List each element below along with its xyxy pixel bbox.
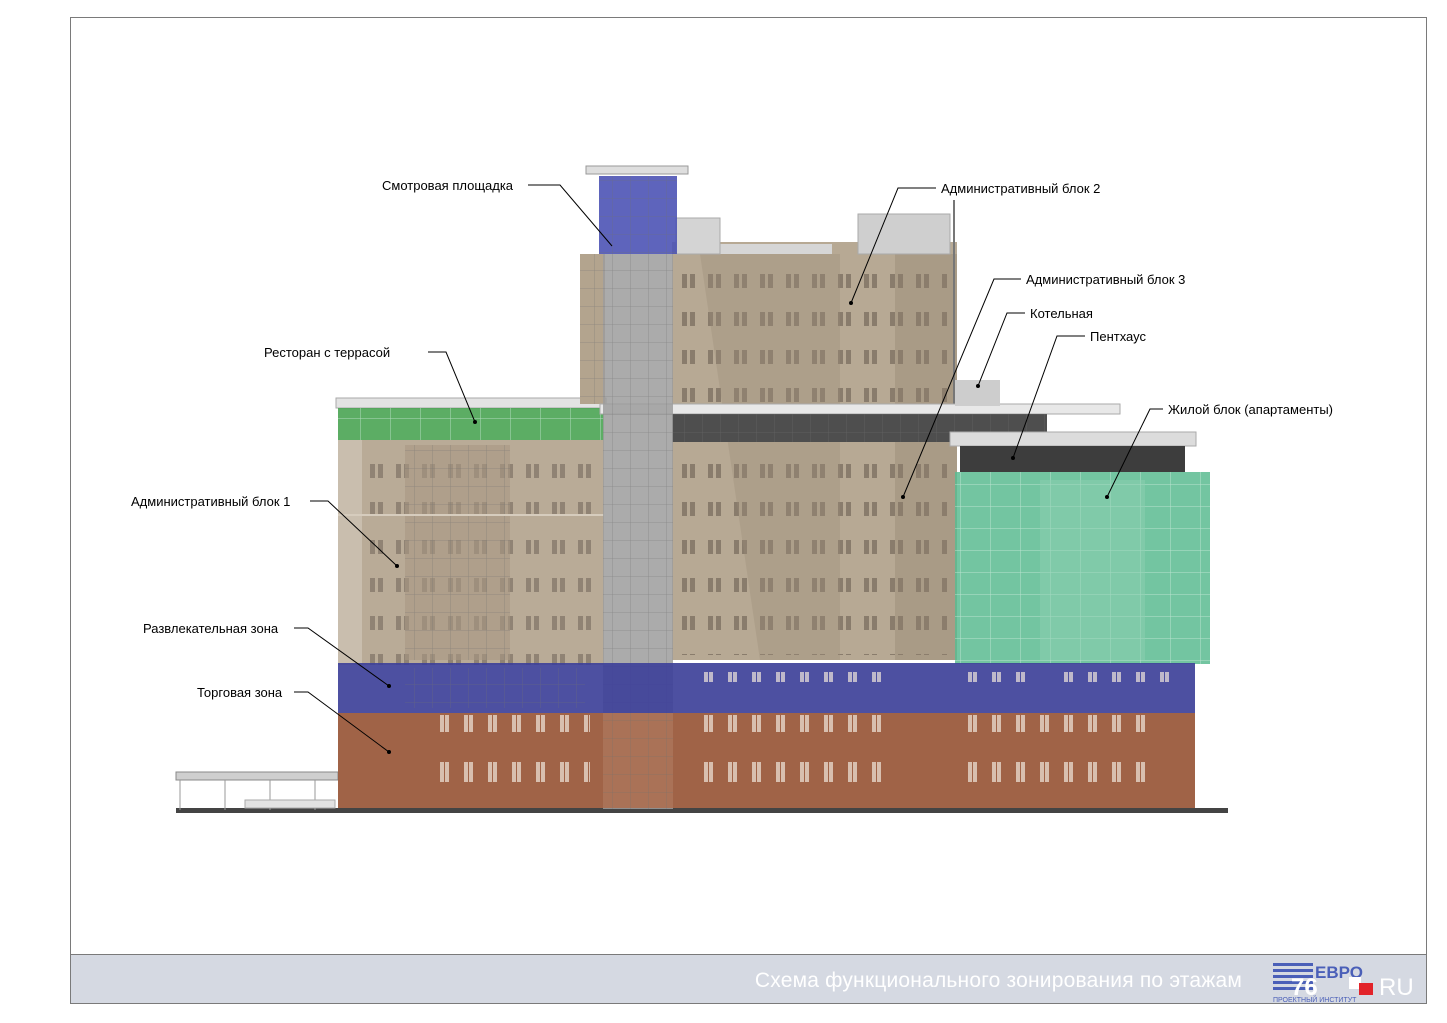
entrance-canopy (175, 771, 339, 810)
retail-zone-volume (338, 713, 1195, 808)
svg-text:Жилой блок (апартаменты): Жилой блок (апартаменты) (1168, 402, 1333, 417)
svg-text:Смотровая площадка: Смотровая площадка (382, 178, 514, 193)
footer-title: Схема функционального зонирования по эта… (754, 969, 1242, 992)
svg-text:Ресторан с террасой: Ресторан с террасой (264, 345, 390, 360)
building-elevation-drawing: Смотровая площадка Административный блок… (131, 165, 1333, 813)
svg-text:Административный блок 2: Административный блок 2 (941, 181, 1100, 196)
logo-subtitle: ПРОЕКТНЫЙ ИНСТИТУТ (1273, 995, 1357, 1003)
footer-bar: Схема функционального зонирования по эта… (70, 954, 1427, 1004)
evro76-logo: ЕВРО 76 RU ПРОЕКТНЫЙ ИНСТИТУТ (1273, 963, 1414, 1003)
admin-block-1-volume (338, 440, 604, 665)
logo-suffix: RU (1379, 974, 1414, 1001)
svg-text:Административный блок 1: Административный блок 1 (131, 494, 290, 509)
label-boiler-room: Котельная (976, 306, 1093, 388)
restaurant-terrace-volume (335, 397, 607, 440)
label-observation-deck: Смотровая площадка (382, 178, 613, 247)
residential-block-volume (955, 472, 1210, 664)
svg-text:Пентхаус: Пентхаус (1090, 329, 1146, 344)
svg-text:Котельная: Котельная (1030, 306, 1093, 321)
svg-text:Торговая зона: Торговая зона (197, 685, 283, 700)
entertainment-zone-volume (338, 663, 1195, 713)
svg-text:Развлекательная зона: Развлекательная зона (143, 621, 279, 636)
svg-text:Административный блок 3: Административный блок 3 (1026, 272, 1185, 287)
ground-line (176, 808, 1228, 813)
